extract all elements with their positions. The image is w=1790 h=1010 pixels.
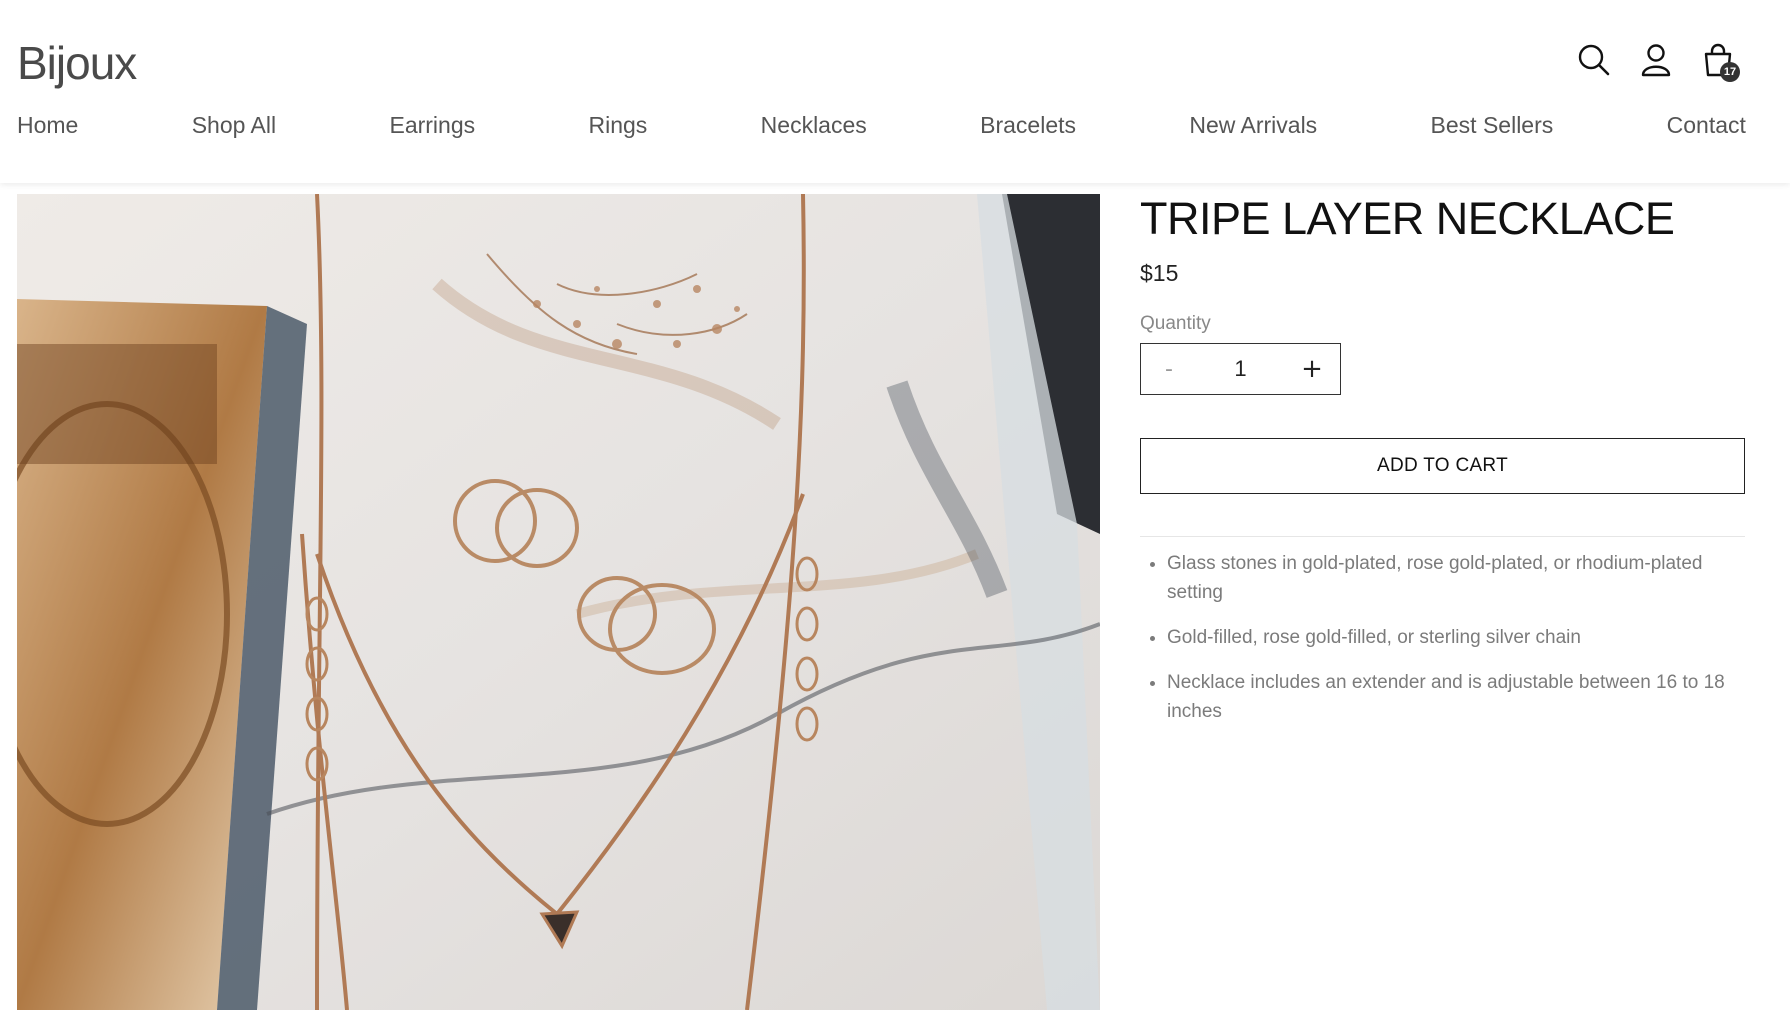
nav-earrings[interactable]: Earrings — [389, 112, 475, 139]
feature-list: Glass stones in gold-plated, rose gold-p… — [1140, 549, 1745, 726]
nav-new-arrivals[interactable]: New Arrivals — [1189, 112, 1317, 139]
nav-home[interactable]: Home — [17, 112, 78, 139]
nav-rings[interactable]: Rings — [589, 112, 648, 139]
nav-contact[interactable]: Contact — [1667, 112, 1746, 139]
product-title: TRIPE LAYER NECKLACE — [1140, 193, 1675, 244]
nav-necklaces[interactable]: Necklaces — [761, 112, 867, 139]
nav-shop-all[interactable]: Shop All — [192, 112, 276, 139]
quantity-input[interactable] — [1197, 343, 1284, 395]
cart-count-badge: 17 — [1720, 62, 1740, 82]
product-info: TRIPE LAYER NECKLACE $15 Quantity - + AD… — [1140, 194, 1745, 742]
site-header: Bijoux 17 Home Shop All Earrings Rings N… — [0, 0, 1790, 183]
list-item: Necklace includes an extender and is adj… — [1167, 668, 1745, 726]
quantity-stepper: - + — [1140, 343, 1341, 395]
main-nav: Home Shop All Earrings Rings Necklaces B… — [17, 112, 1746, 139]
nav-best-sellers[interactable]: Best Sellers — [1431, 112, 1554, 139]
add-to-cart-button[interactable]: ADD TO CART — [1140, 438, 1745, 494]
shopping-bag-icon[interactable]: 17 — [1698, 40, 1740, 82]
product-image — [17, 194, 1100, 1010]
nav-bracelets[interactable]: Bracelets — [980, 112, 1076, 139]
list-item: Gold-filled, rose gold-filled, or sterli… — [1167, 623, 1745, 652]
decrement-button[interactable]: - — [1141, 344, 1197, 394]
product-price: $15 — [1140, 260, 1179, 286]
divider — [1140, 536, 1745, 537]
increment-button[interactable]: + — [1284, 344, 1340, 394]
quantity-label: Quantity — [1140, 313, 1211, 334]
account-icon[interactable] — [1636, 40, 1676, 80]
site-logo[interactable]: Bijoux — [17, 36, 137, 90]
list-item: Glass stones in gold-plated, rose gold-p… — [1167, 549, 1745, 607]
header-icons: 17 — [1574, 40, 1740, 82]
search-icon[interactable] — [1574, 40, 1614, 80]
